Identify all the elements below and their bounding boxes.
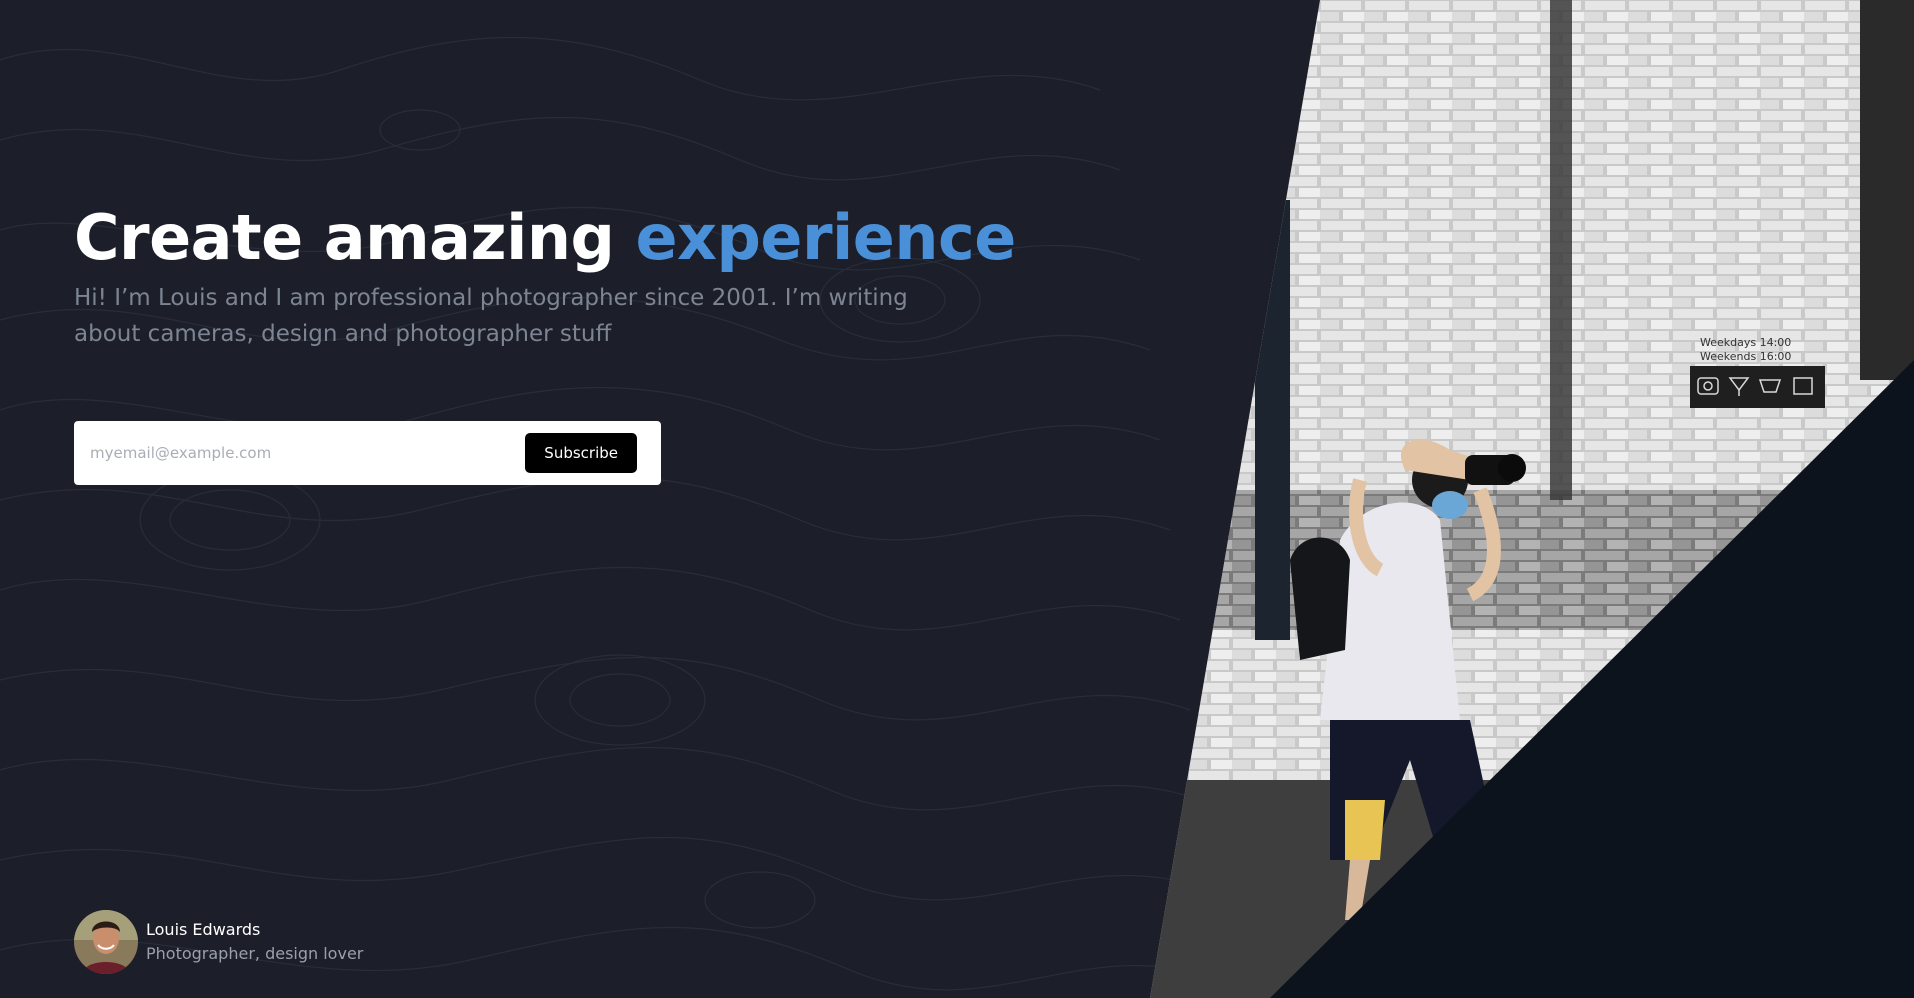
headline-accent: experience bbox=[635, 201, 1016, 274]
sign-line-2: Weekends 16:00 bbox=[1700, 350, 1791, 363]
sign-line-1: Weekdays 14:00 bbox=[1700, 336, 1791, 349]
hero-photo: Weekdays 14:00 Weekends 16:00 bbox=[1150, 0, 1914, 998]
subscribe-button[interactable]: Subscribe bbox=[525, 433, 637, 473]
headline-main: Create amazing bbox=[74, 201, 636, 274]
hero-section: Create amazing experience Hi! I’m Louis … bbox=[74, 196, 1016, 352]
author-role: Photographer, design lover bbox=[146, 944, 364, 963]
author-card: Louis Edwards Photographer, design lover bbox=[74, 910, 363, 974]
page-title: Create amazing experience bbox=[74, 196, 1016, 280]
email-field[interactable] bbox=[90, 433, 526, 473]
avatar bbox=[74, 910, 138, 974]
subscribe-form: Subscribe bbox=[74, 421, 661, 485]
hero-subtitle: Hi! I’m Louis and I am professional phot… bbox=[74, 285, 908, 347]
author-name: Louis Edwards bbox=[146, 920, 261, 939]
